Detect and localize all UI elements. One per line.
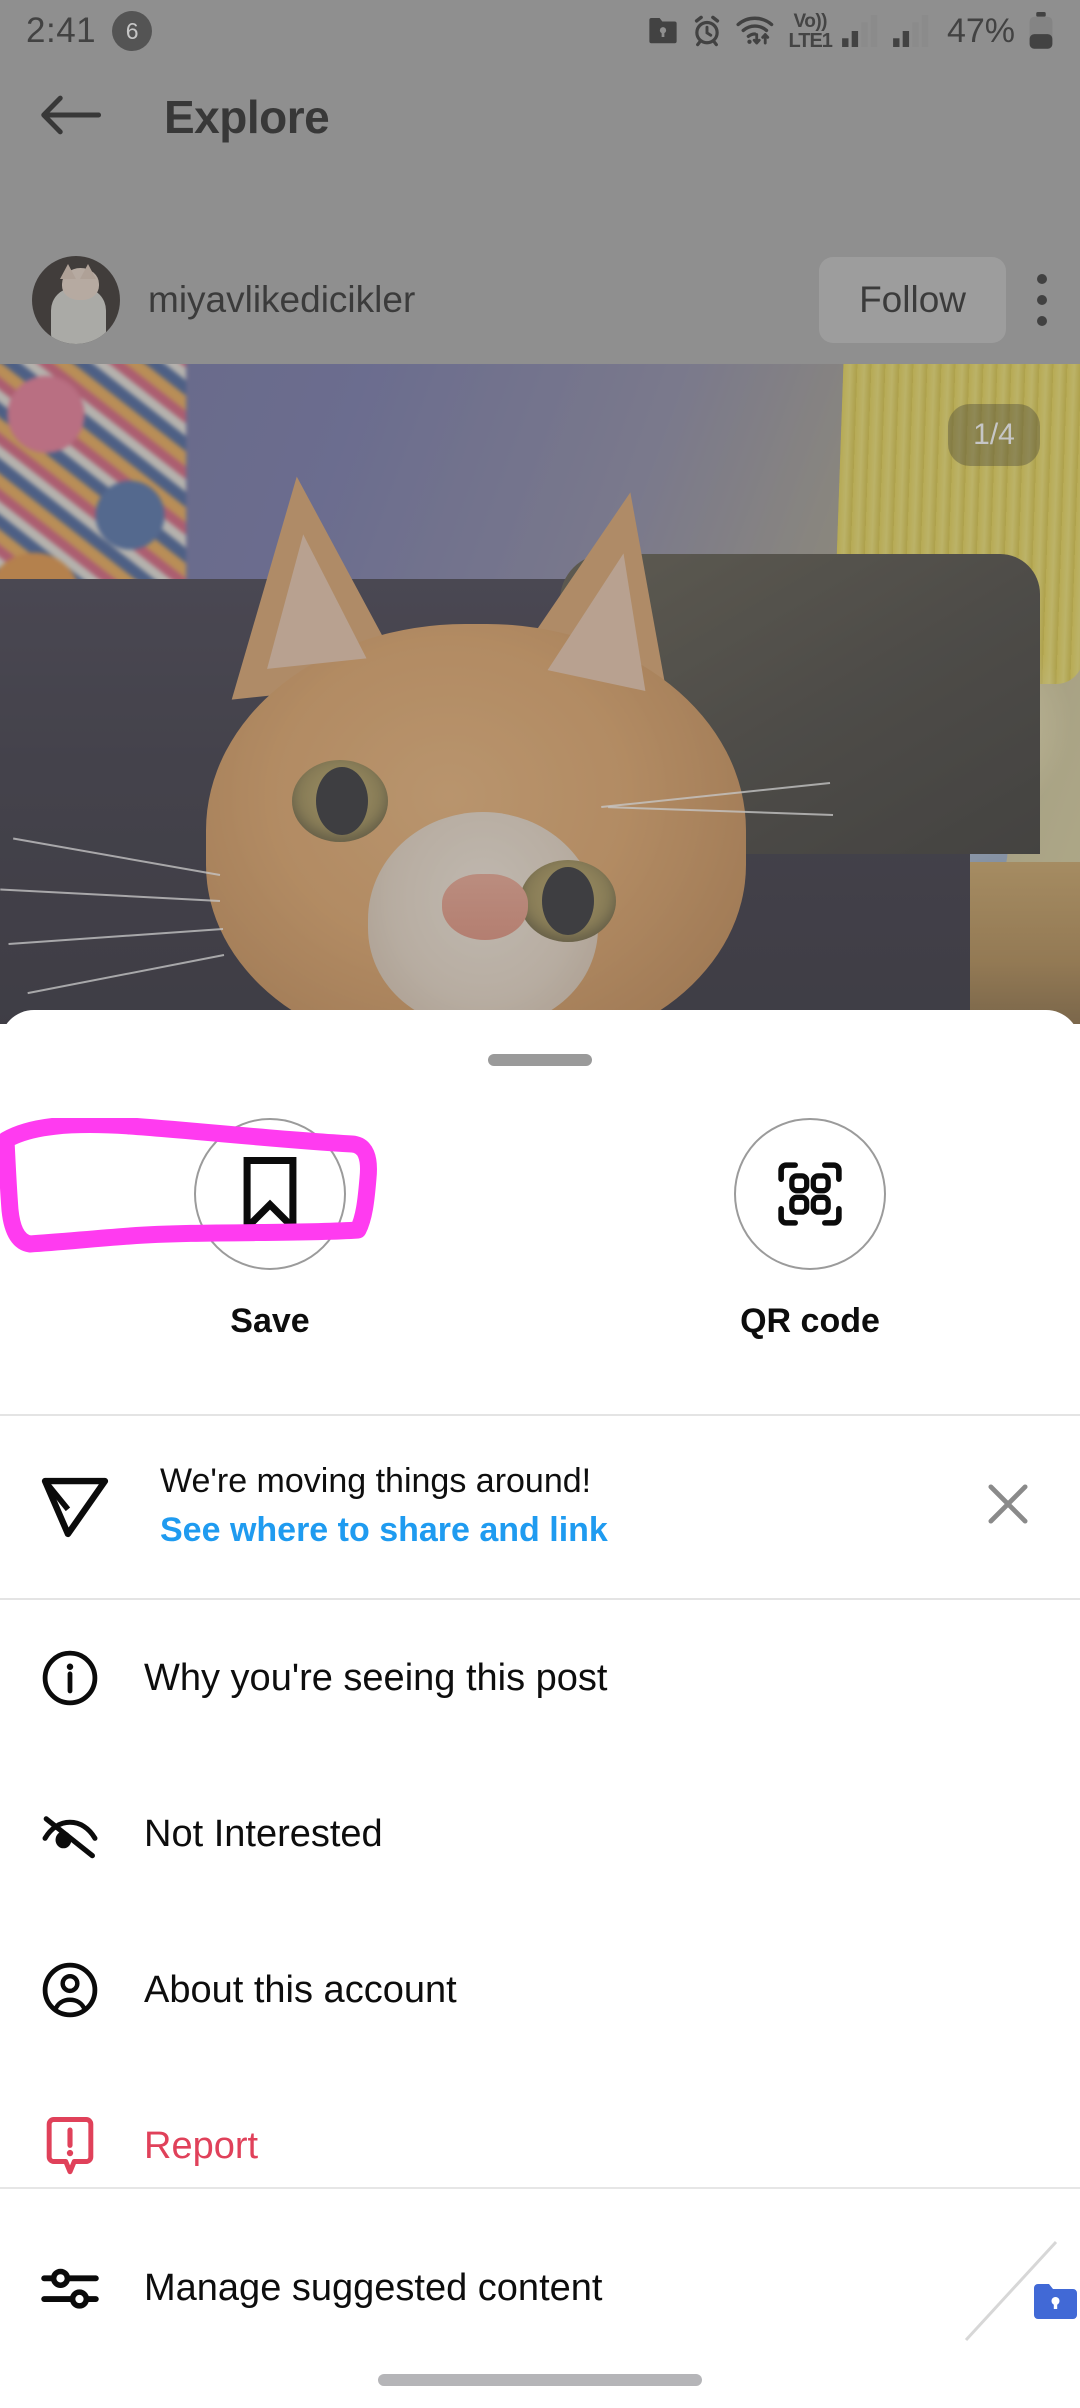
signal-bars-1-icon	[841, 15, 881, 47]
sheet-drag-handle[interactable]	[488, 1054, 592, 1066]
bookmark-icon	[194, 1118, 346, 1270]
phone-screen: 2:41 6 Vo)) LTE1 47% Explore miyavlikedi…	[0, 0, 1080, 2408]
save-label: Save	[230, 1302, 310, 1340]
options-bottom-sheet: Save QR code We're moving things around!…	[0, 1010, 1080, 2408]
info-circle-icon	[38, 1646, 102, 1710]
qr-code-icon	[734, 1118, 886, 1270]
account-circle-icon	[38, 1958, 102, 2022]
qr-code-button[interactable]: QR code	[540, 1118, 1080, 1403]
home-gesture-pill[interactable]	[378, 2374, 702, 2386]
menu-label: Report	[144, 2124, 259, 2167]
menu-item-report[interactable]: Report	[0, 2068, 1080, 2224]
divider-secondary-section	[0, 2187, 1080, 2189]
promo-link[interactable]: See where to share and link	[160, 1511, 608, 1550]
more-options-icon[interactable]	[1036, 274, 1048, 326]
cat-subject	[0, 467, 840, 1024]
status-bar-right: Vo)) LTE1 47%	[646, 12, 1054, 51]
menu-label: Why you're seeing this post	[144, 1656, 608, 1699]
folder-lock-icon	[646, 16, 680, 46]
promo-title: We're moving things around!	[160, 1462, 592, 1500]
menu-item-not-interested[interactable]: Not Interested	[0, 1756, 1080, 1912]
eye-off-icon	[38, 1802, 102, 1866]
menu-item-about-this-account[interactable]: About this account	[0, 1912, 1080, 2068]
app-header: Explore	[0, 62, 1080, 172]
status-clock: 2:41	[26, 11, 97, 50]
menu-item-why-seeing-post[interactable]: Why you're seeing this post	[0, 1600, 1080, 1756]
sheet-menu-list: Why you're seeing this post Not Interest…	[0, 1600, 1080, 2224]
page-title: Explore	[164, 91, 330, 143]
signal-bars-2-icon	[892, 15, 932, 47]
menu-label: Not Interested	[144, 1812, 383, 1855]
close-icon[interactable]	[984, 1480, 1042, 1533]
volte-icon: Vo)) LTE1	[788, 10, 833, 52]
notification-count-badge: 6	[112, 11, 153, 51]
save-button[interactable]: Save	[0, 1118, 540, 1403]
menu-label: About this account	[144, 1968, 457, 2011]
status-bar-left: 2:41 6	[26, 11, 153, 51]
sheet-action-row: Save QR code	[0, 1118, 1080, 1403]
menu-label: Manage suggested content	[144, 2266, 603, 2309]
status-bar: 2:41 6 Vo)) LTE1 47%	[0, 0, 1080, 62]
sliders-icon	[38, 2256, 102, 2320]
menu-item-manage-suggested-content[interactable]: Manage suggested content	[0, 2210, 1080, 2366]
battery-icon	[1028, 12, 1054, 50]
share-promo-banner[interactable]: We're moving things around! See where to…	[0, 1416, 1080, 1596]
share-paper-plane-icon	[38, 1467, 112, 1546]
wifi-icon	[734, 14, 778, 48]
post-photo[interactable]: 1/4	[0, 364, 1080, 1024]
post-author-row: miyavlikedicikler Follow	[0, 236, 1080, 364]
avatar[interactable]	[32, 256, 120, 344]
back-arrow-icon[interactable]	[40, 92, 102, 143]
report-exclamation-icon	[38, 2114, 102, 2178]
follow-button[interactable]: Follow	[819, 257, 1006, 343]
alarm-clock-icon	[691, 15, 723, 47]
battery-percent-label: 47%	[946, 11, 1015, 50]
qr-code-label: QR code	[740, 1302, 880, 1340]
promo-texts: We're moving things around! See where to…	[160, 1462, 608, 1550]
author-username[interactable]: miyavlikedicikler	[148, 279, 415, 321]
carousel-position-indicator: 1/4	[948, 404, 1040, 466]
